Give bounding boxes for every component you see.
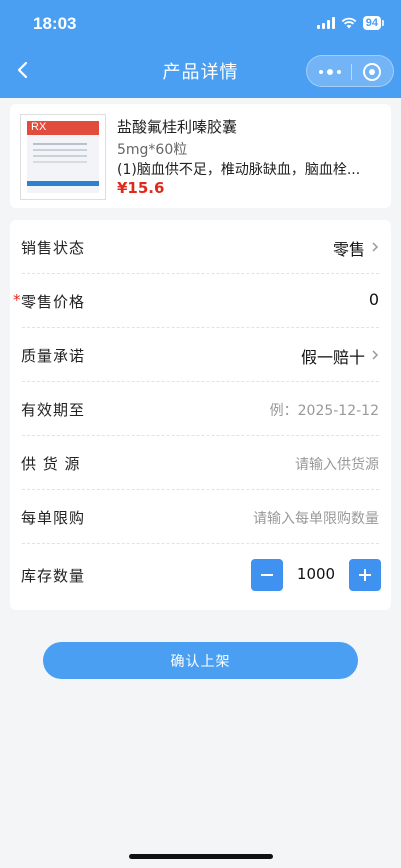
product-image: RX xyxy=(20,114,106,200)
product-spec: 5mg*60粒 xyxy=(117,142,188,158)
expiry-row: 有效期至 例：2025-12-12 xyxy=(10,382,391,436)
listing-form: 销售状态 零售 * 零售价格 0 质量承诺 假一赔十 有效期至 例：2025-1… xyxy=(10,220,391,610)
minus-icon xyxy=(261,574,273,576)
supplier-row: 供 货 源 请输入供货源 xyxy=(10,436,391,490)
header-bar: 18:03 94 产品详情 xyxy=(0,0,401,98)
order-limit-input[interactable]: 请输入每单限购数量 xyxy=(253,508,379,528)
battery-icon: 94 xyxy=(362,16,385,30)
quality-promise-row[interactable]: 质量承诺 假一赔十 xyxy=(10,328,391,382)
sales-status-value: 零售 xyxy=(332,240,365,259)
home-indicator xyxy=(129,854,273,859)
plus-icon xyxy=(359,569,371,581)
signal-icon xyxy=(316,17,335,29)
sales-status-row[interactable]: 销售状态 零售 xyxy=(10,220,391,274)
status-time: 18:03 xyxy=(33,14,77,33)
more-icon[interactable] xyxy=(319,65,341,79)
product-description: (1)脑血供不足，椎动脉缺血，脑血栓... xyxy=(117,162,361,178)
required-mark: * xyxy=(13,291,21,309)
supplier-label: 供 货 源 xyxy=(21,455,81,473)
confirm-listing-button[interactable]: 确认上架 xyxy=(43,642,358,679)
increase-stock-button[interactable] xyxy=(349,559,381,591)
expiry-label: 有效期至 xyxy=(21,401,86,419)
order-limit-row: 每单限购 请输入每单限购数量 xyxy=(10,490,391,544)
rx-label: RX xyxy=(31,121,47,133)
quality-promise-label: 质量承诺 xyxy=(21,347,86,365)
supplier-input[interactable]: 请输入供货源 xyxy=(295,454,379,474)
stock-label: 库存数量 xyxy=(21,567,86,585)
status-icons: 94 xyxy=(316,16,385,30)
mini-program-capsule xyxy=(306,55,394,87)
capsule-divider xyxy=(351,64,352,80)
retail-price-input[interactable]: 0 xyxy=(369,290,379,309)
stock-quantity-input[interactable]: 1000 xyxy=(287,565,345,583)
chevron-right-icon xyxy=(372,242,379,252)
retail-price-row: * 零售价格 0 xyxy=(10,274,391,328)
chevron-right-icon xyxy=(372,350,379,360)
expiry-input[interactable]: 例：2025-12-12 xyxy=(270,400,379,420)
decrease-stock-button[interactable] xyxy=(251,559,283,591)
product-name: 盐酸氟桂利嗪胶囊 xyxy=(117,118,238,136)
order-limit-label: 每单限购 xyxy=(21,509,86,527)
wifi-icon xyxy=(341,17,357,29)
retail-price-label: 零售价格 xyxy=(21,293,86,311)
quality-promise-value: 假一赔十 xyxy=(300,348,365,367)
close-mini-program-icon[interactable] xyxy=(363,63,381,81)
stock-row: 库存数量 1000 xyxy=(10,548,391,602)
product-card: RX 盐酸氟桂利嗪胶囊 5mg*60粒 (1)脑血供不足，椎动脉缺血，脑血栓..… xyxy=(10,104,391,208)
product-price: ¥15.6 xyxy=(117,179,165,197)
sales-status-label: 销售状态 xyxy=(21,239,86,257)
